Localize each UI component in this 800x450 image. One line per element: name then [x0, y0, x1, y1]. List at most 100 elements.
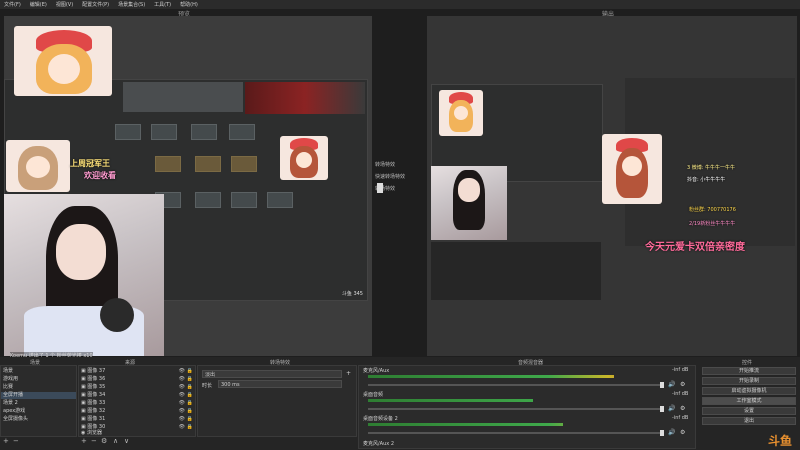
game-banner: [245, 82, 365, 114]
menu-edit[interactable]: 编辑(E): [30, 1, 47, 8]
remove-scene-button[interactable]: −: [13, 437, 19, 445]
source-item[interactable]: ▣ 图像 35 👁 🔒: [79, 384, 195, 391]
eye-icon[interactable]: 👁: [179, 384, 185, 391]
output-webcam: [431, 166, 507, 240]
mixer-channel-name: 桌面音频设备 2: [363, 416, 398, 422]
eye-icon[interactable]: 👁: [179, 416, 185, 423]
inventory-item: [115, 124, 141, 140]
plus-icon[interactable]: +: [346, 370, 351, 377]
volume-knob[interactable]: [660, 406, 664, 412]
lock-icon[interactable]: 🔒: [187, 392, 193, 399]
transitions-dock: 淡出 + 时长 300 ms: [197, 365, 357, 437]
gear-icon[interactable]: ⚙: [680, 405, 685, 412]
mixer-channel-name: 麦克风/Aux 2: [363, 441, 395, 447]
preview-canvas[interactable]: 斗鱼 345 上周冠军王 欢迎收看 Koemu 送出了 1 个 粉丝荧光棒 x1…: [4, 16, 372, 359]
speaker-icon[interactable]: 🔊: [668, 429, 675, 436]
menu-file[interactable]: 文件(F): [4, 1, 21, 8]
source-item[interactable]: ▣ 图像 34 👁 🔒: [79, 392, 195, 399]
exit-button[interactable]: 退出: [702, 417, 796, 425]
volume-slider[interactable]: [368, 382, 664, 388]
source-item[interactable]: ▣ 图像 36 👁 🔒: [79, 376, 195, 383]
lock-icon[interactable]: 🔒: [187, 416, 193, 423]
duration-input[interactable]: 300 ms: [218, 380, 342, 388]
source-label: 浏览器: [86, 430, 102, 436]
start-streaming-button[interactable]: 开始推流: [702, 367, 796, 375]
anime-avatar-large: [14, 26, 112, 96]
source-item[interactable]: ▣ 图像 33 👁 🔒: [79, 400, 195, 407]
scene-item[interactable]: 全屏摄像头: [1, 416, 76, 423]
douyu-watermark: 斗鱼: [768, 434, 793, 448]
start-recording-button[interactable]: 开始录制: [702, 377, 796, 385]
source-item[interactable]: ▣ 图像 37 👁 🔒: [79, 368, 195, 375]
eye-icon[interactable]: 👁: [179, 392, 185, 399]
lock-icon[interactable]: 🔒: [187, 368, 193, 375]
eye-icon[interactable]: 👁: [179, 400, 185, 407]
settings-button[interactable]: 设置: [702, 407, 796, 415]
douyin-text: 抖音: 小牛牛牛牛: [687, 177, 726, 183]
volume-knob[interactable]: [660, 382, 664, 388]
sticker-text: 欢迎收看: [84, 171, 116, 180]
add-source-button[interactable]: +: [81, 437, 87, 445]
lock-icon[interactable]: 🔒: [187, 400, 193, 407]
transition-select[interactable]: 淡出: [202, 370, 342, 378]
source-label: 图像 32: [87, 408, 106, 414]
inventory-item: [229, 124, 255, 140]
gear-icon[interactable]: ⚙: [680, 381, 685, 388]
virtual-camera-button[interactable]: 启动虚拟摄像机: [702, 387, 796, 395]
volume-slider[interactable]: [368, 406, 664, 412]
inventory-item: [195, 192, 221, 208]
anime-avatar-corner: [280, 136, 328, 180]
mixer-channel-name: 桌面音频: [363, 392, 384, 398]
source-item[interactable]: ◉ 浏览器: [79, 430, 195, 437]
move-up-icon[interactable]: ∧: [113, 437, 118, 445]
webcam-feed: [4, 194, 164, 356]
mixer-channel-name: 麦克风/Aux: [363, 368, 390, 374]
move-down-icon[interactable]: ∨: [124, 437, 129, 445]
source-label: 图像 35: [87, 384, 106, 390]
source-item[interactable]: ▣ 图像 31 👁 🔒: [79, 416, 195, 423]
add-scene-button[interactable]: +: [3, 437, 9, 445]
output-avatar-2: [602, 134, 662, 204]
source-label: 图像 37: [87, 368, 106, 374]
quick-transition-label[interactable]: 快速转场特效: [375, 173, 425, 180]
gear-icon[interactable]: ⚙: [101, 437, 107, 445]
studio-mode-button[interactable]: 工作室模式: [702, 397, 796, 405]
weibo-text: 3 微博: 牛牛牛一牛牛: [687, 165, 736, 171]
volume-knob[interactable]: [660, 430, 664, 436]
scene-item[interactable]: 场景 2: [1, 400, 76, 407]
transition-slider-handle[interactable]: [377, 183, 383, 193]
transition-label[interactable]: 转场特效: [375, 161, 425, 168]
menu-tools[interactable]: 工具(T): [154, 1, 171, 8]
scene-item[interactable]: apex游戏: [1, 408, 76, 415]
menu-view[interactable]: 视图(V): [56, 1, 73, 8]
studio-transition-panel: 转场特效 快速转场特效 转场特效: [375, 161, 425, 193]
sources-dock: ▣ 图像 37 👁 🔒 ▣ 图像 36 👁 🔒 ▣ 图像 35 👁 🔒 ▣ 图像 34 👁 🔒 …: [78, 365, 196, 437]
lock-icon[interactable]: 🔒: [187, 376, 193, 383]
scene-item[interactable]: 游戏用: [1, 376, 76, 383]
output-avatar: [439, 90, 483, 136]
anime-avatar-small: [6, 140, 70, 192]
menu-help[interactable]: 帮助(H): [180, 1, 198, 8]
lock-icon[interactable]: 🔒: [187, 384, 193, 391]
speaker-icon[interactable]: 🔊: [668, 405, 675, 412]
fan-text: 2/19新粉丝牛牛牛牛: [689, 221, 736, 227]
sticker-text: 上周冠军王: [70, 159, 110, 168]
menu-scene-collection[interactable]: 场景集合(S): [118, 1, 145, 8]
eye-icon[interactable]: 👁: [179, 376, 185, 383]
scene-item[interactable]: 场景: [1, 368, 76, 375]
eye-icon[interactable]: 👁: [179, 368, 185, 375]
remove-source-button[interactable]: −: [91, 437, 97, 445]
inventory-item: [231, 156, 257, 172]
menu-profile[interactable]: 配置文件(P): [82, 1, 109, 8]
gear-icon[interactable]: ⚙: [680, 429, 685, 436]
scene-item-selected[interactable]: 全屏开播: [1, 392, 76, 399]
output-canvas: 3 微博: 牛牛牛一牛牛 抖音: 小牛牛牛牛 粉丝群: 700770176 2/…: [427, 16, 797, 356]
volume-slider[interactable]: [368, 430, 664, 436]
menu-bar: 文件(F) 编辑(E) 视图(V) 配置文件(P) 场景集合(S) 工具(T) …: [0, 0, 800, 9]
scene-item[interactable]: 比赛: [1, 384, 76, 391]
game-header-bar: [123, 82, 243, 112]
speaker-icon[interactable]: 🔊: [668, 381, 675, 388]
eye-icon[interactable]: 👁: [179, 408, 185, 415]
source-item[interactable]: ▣ 图像 32 👁 🔒: [79, 408, 195, 415]
lock-icon[interactable]: 🔒: [187, 408, 193, 415]
